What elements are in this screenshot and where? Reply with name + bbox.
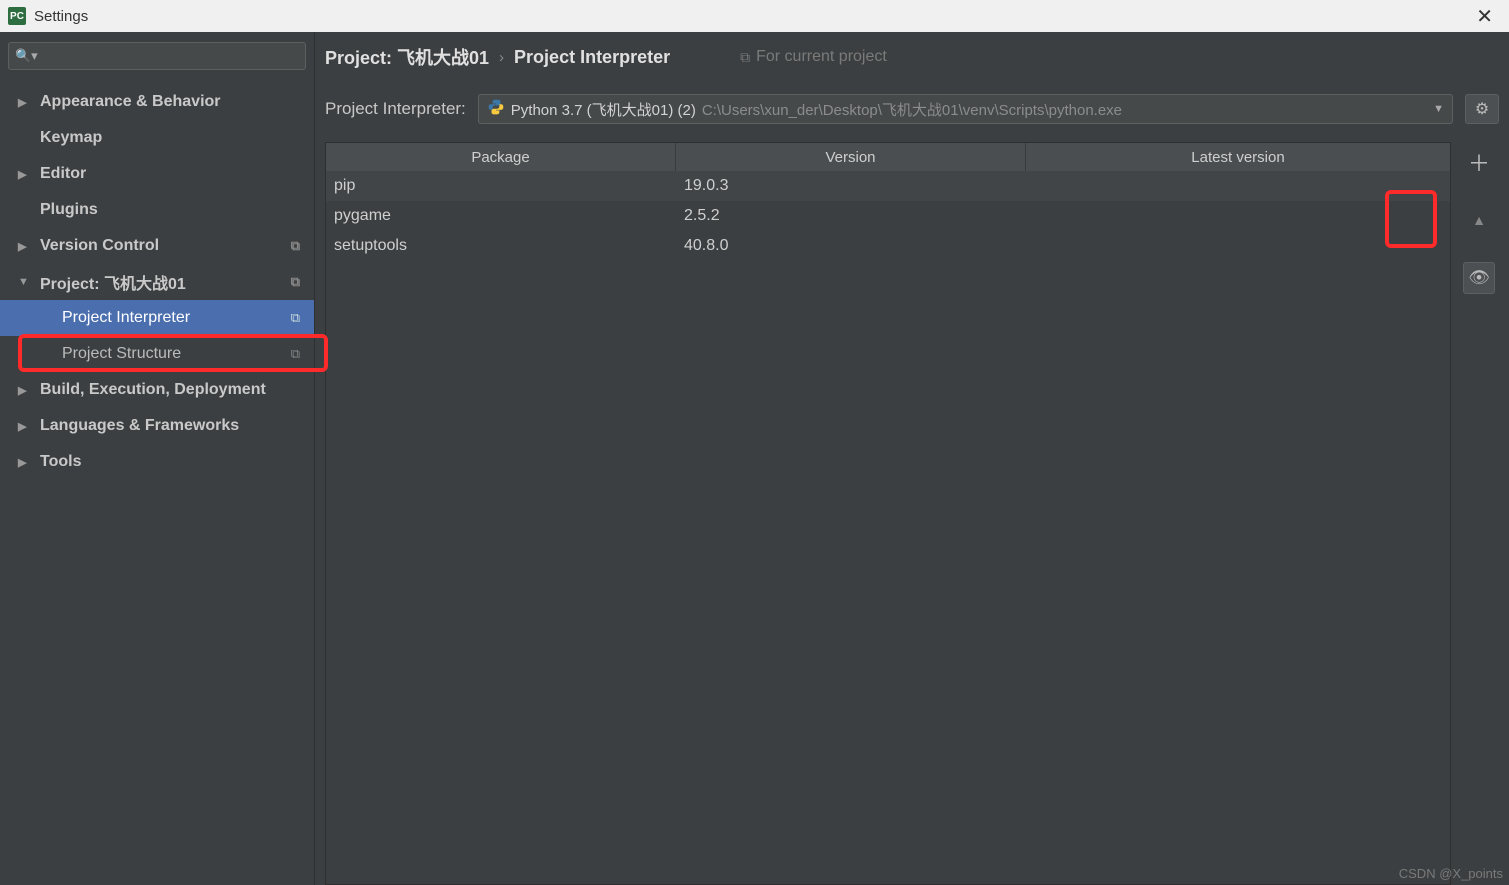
watermark: CSDN @X_points bbox=[1399, 866, 1503, 881]
sidebar-item-label: Editor bbox=[40, 165, 86, 183]
sidebar-item-label: Version Control bbox=[40, 237, 159, 255]
gear-icon: ⚙ bbox=[1475, 99, 1489, 119]
content-pane: Project: 飞机大战01 › Project Interpreter ⧉ … bbox=[315, 32, 1509, 885]
cell-version: 2.5.2 bbox=[676, 207, 1026, 225]
app-icon: PC bbox=[8, 7, 26, 25]
table-row[interactable]: setuptools 40.8.0 bbox=[326, 231, 1450, 261]
chevron-up-icon: ▲ bbox=[1472, 212, 1486, 228]
cell-package: pygame bbox=[326, 207, 676, 225]
sidebar-item-project-structure[interactable]: Project Structure ⧉ bbox=[0, 336, 314, 372]
cell-package: pip bbox=[326, 177, 676, 195]
table-row[interactable]: pygame 2.5.2 bbox=[326, 201, 1450, 231]
interpreter-path: C:\Users\xun_der\Desktop\飞机大战01\venv\Scr… bbox=[702, 99, 1122, 120]
python-icon bbox=[487, 98, 505, 120]
cell-package: setuptools bbox=[326, 237, 676, 255]
close-icon[interactable]: ✕ bbox=[1470, 4, 1499, 29]
breadcrumb: Project: 飞机大战01 › Project Interpreter ⧉ … bbox=[315, 32, 1509, 84]
settings-sidebar: 🔍▾ ▶ Appearance & Behavior Keymap ▶ Edit… bbox=[0, 32, 315, 885]
chevron-right-icon: ▶ bbox=[18, 168, 30, 181]
title-bar: PC Settings ✕ bbox=[0, 0, 1509, 32]
sidebar-item-languages[interactable]: ▶ Languages & Frameworks bbox=[0, 408, 314, 444]
chevron-right-icon: › bbox=[499, 49, 504, 66]
sidebar-item-project[interactable]: ▼ Project: 飞机大战01 ⧉ bbox=[0, 264, 314, 300]
sidebar-item-keymap[interactable]: Keymap bbox=[0, 120, 314, 156]
sidebar-item-plugins[interactable]: Plugins bbox=[0, 192, 314, 228]
cell-version: 19.0.3 bbox=[676, 177, 1026, 195]
cell-version: 40.8.0 bbox=[676, 237, 1026, 255]
interpreter-dropdown[interactable]: Python 3.7 (飞机大战01) (2) C:\Users\xun_der… bbox=[478, 94, 1453, 124]
chevron-down-icon: ▼ bbox=[18, 276, 30, 288]
sidebar-item-label: Languages & Frameworks bbox=[40, 417, 239, 435]
sidebar-item-label: Appearance & Behavior bbox=[40, 93, 221, 111]
sidebar-item-tools[interactable]: ▶ Tools bbox=[0, 444, 314, 480]
plus-icon: ＋ bbox=[1468, 146, 1490, 178]
col-header-latest[interactable]: Latest version bbox=[1026, 143, 1450, 171]
sidebar-item-label: Project Interpreter bbox=[62, 309, 190, 327]
chevron-right-icon: ▶ bbox=[18, 456, 30, 469]
interpreter-name: Python 3.7 (飞机大战01) (2) bbox=[511, 99, 696, 120]
hint-text: For current project bbox=[756, 48, 887, 66]
chevron-right-icon: ▶ bbox=[18, 240, 30, 253]
sidebar-item-label: Tools bbox=[40, 453, 81, 471]
sidebar-search[interactable]: 🔍▾ bbox=[8, 42, 306, 70]
sidebar-item-label: Build, Execution, Deployment bbox=[40, 381, 266, 399]
table-row[interactable]: pip 19.0.3 bbox=[326, 171, 1450, 201]
sidebar-item-label: Project Structure bbox=[62, 345, 181, 363]
gear-button[interactable]: ⚙ bbox=[1465, 94, 1499, 124]
sidebar-item-label: Plugins bbox=[40, 201, 98, 219]
eye-icon: 👁 bbox=[1468, 268, 1490, 288]
copy-icon: ⧉ bbox=[740, 49, 750, 66]
breadcrumb-project[interactable]: Project: 飞机大战01 bbox=[325, 44, 489, 70]
window-title: Settings bbox=[34, 8, 88, 25]
sidebar-item-editor[interactable]: ▶ Editor bbox=[0, 156, 314, 192]
chevron-right-icon: ▶ bbox=[18, 96, 30, 109]
col-header-package[interactable]: Package bbox=[326, 143, 676, 171]
chevron-down-icon: ▼ bbox=[1433, 103, 1444, 115]
sidebar-item-build[interactable]: ▶ Build, Execution, Deployment bbox=[0, 372, 314, 408]
chevron-right-icon: ▶ bbox=[18, 384, 30, 397]
for-current-project-hint: ⧉ For current project bbox=[740, 48, 887, 66]
settings-tree: ▶ Appearance & Behavior Keymap ▶ Editor … bbox=[0, 78, 314, 885]
breadcrumb-page: Project Interpreter bbox=[514, 47, 670, 68]
sidebar-item-label: Keymap bbox=[40, 129, 102, 147]
copy-icon: ⧉ bbox=[291, 274, 300, 290]
table-header: Package Version Latest version bbox=[326, 143, 1450, 171]
show-early-releases-button[interactable]: 👁 bbox=[1463, 262, 1495, 294]
scroll-up-button[interactable]: ▲ bbox=[1463, 204, 1495, 236]
search-icon: 🔍▾ bbox=[15, 48, 38, 64]
search-input[interactable] bbox=[40, 49, 299, 64]
sidebar-item-label: Project: 飞机大战01 bbox=[40, 270, 186, 294]
copy-icon: ⧉ bbox=[291, 310, 300, 326]
chevron-right-icon: ▶ bbox=[18, 420, 30, 433]
add-package-button[interactable]: ＋ bbox=[1463, 146, 1495, 178]
sidebar-item-appearance[interactable]: ▶ Appearance & Behavior bbox=[0, 84, 314, 120]
sidebar-item-project-interpreter[interactable]: Project Interpreter ⧉ bbox=[0, 300, 314, 336]
copy-icon: ⧉ bbox=[291, 346, 300, 362]
packages-table: Package Version Latest version pip 19.0.… bbox=[325, 142, 1451, 885]
copy-icon: ⧉ bbox=[291, 238, 300, 254]
sidebar-item-version-control[interactable]: ▶ Version Control ⧉ bbox=[0, 228, 314, 264]
interpreter-label: Project Interpreter: bbox=[325, 99, 466, 119]
col-header-version[interactable]: Version bbox=[676, 143, 1026, 171]
